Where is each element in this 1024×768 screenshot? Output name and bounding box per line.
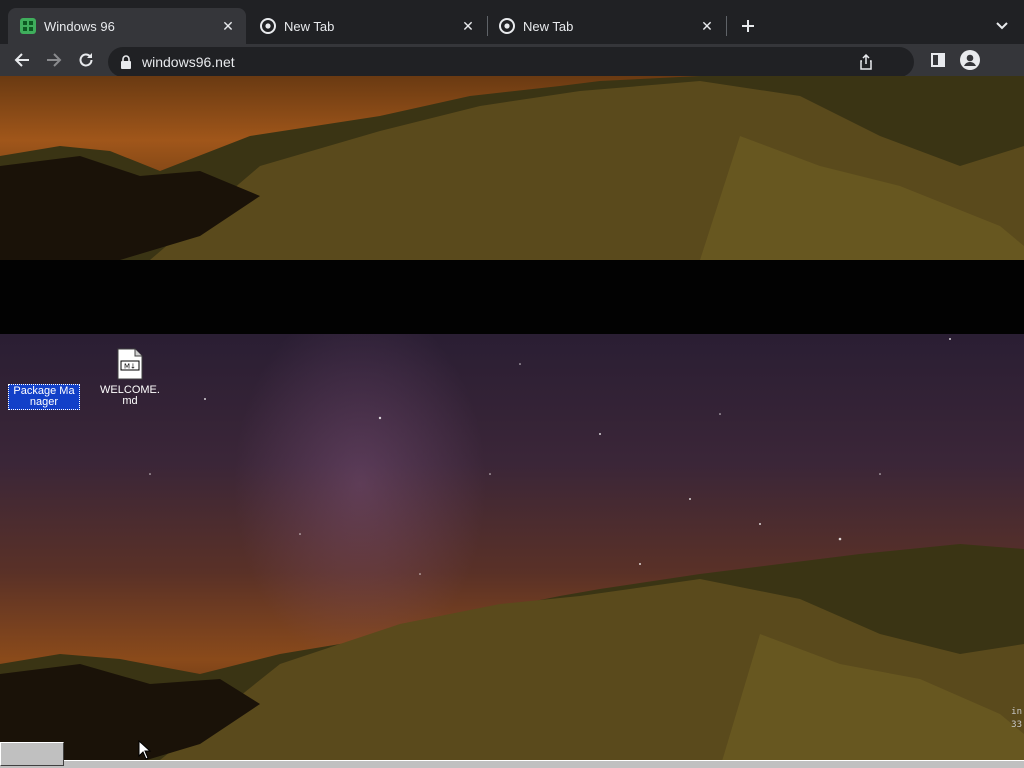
taskbar (0, 760, 1024, 768)
forward-button[interactable] (42, 48, 66, 72)
lock-icon (121, 55, 131, 69)
tab-title: New Tab (523, 18, 574, 34)
desktop-icon-label: Package Manager (8, 384, 80, 410)
svg-text:M↓: M↓ (124, 363, 136, 371)
reload-button[interactable] (74, 48, 98, 72)
wallpaper-gap (0, 260, 1024, 334)
browser-toolbar: windows96.net (0, 44, 1024, 77)
share-icon[interactable] (858, 54, 874, 70)
desktop-icon-welcome-md[interactable]: M↓ WELCOME.md (94, 348, 166, 408)
reload-icon (79, 53, 93, 67)
chrome-favicon-icon (499, 18, 515, 34)
tab-new-tab-1[interactable]: New Tab ✕ (248, 8, 486, 44)
side-panel-button[interactable] (926, 48, 950, 72)
browser-tabstrip: Windows 96 ✕ New Tab ✕ New Tab ✕ (0, 0, 1024, 44)
chrome-favicon-icon (260, 18, 276, 34)
profile-button[interactable] (958, 48, 982, 72)
profile-icon (960, 50, 980, 70)
corner-text-line: 33 (1011, 720, 1022, 730)
tab-close-icon[interactable]: ✕ (220, 18, 236, 34)
start-button[interactable] (0, 742, 64, 766)
tab-title: Windows 96 (44, 18, 115, 34)
tab-title: New Tab (284, 18, 335, 34)
corner-status-text: in 33 (1011, 706, 1022, 732)
tab-windows96[interactable]: Windows 96 ✕ (8, 8, 246, 44)
arrow-left-icon (14, 53, 29, 67)
tab-close-icon[interactable]: ✕ (699, 18, 715, 34)
desktop-icon-label: WELCOME.md (100, 384, 160, 407)
tab-close-icon[interactable]: ✕ (460, 18, 476, 34)
chevron-down-icon (996, 22, 1008, 30)
mouse-cursor-icon (138, 740, 152, 760)
address-url: windows96.net (142, 54, 235, 70)
markdown-file-icon: M↓ (117, 348, 143, 380)
tab-search-button[interactable] (990, 14, 1014, 38)
corner-text-line: in (1011, 707, 1022, 717)
address-bar[interactable]: windows96.net (108, 47, 914, 77)
wallpaper-top (0, 76, 1024, 260)
new-tab-button[interactable] (736, 14, 760, 38)
tab-new-tab-2[interactable]: New Tab ✕ (487, 8, 725, 44)
tab-separator (726, 16, 727, 36)
webpage-content: Package Manager M↓ WELCOME.md in 33 (0, 76, 1024, 768)
plus-icon (742, 20, 754, 32)
windows96-favicon-icon (20, 18, 36, 34)
mountain-silhouette-top (0, 76, 1024, 260)
back-button[interactable] (10, 48, 34, 72)
arrow-right-icon (47, 53, 62, 67)
desktop-icon-package-manager[interactable]: Package Manager (8, 384, 80, 410)
side-panel-icon (931, 53, 945, 67)
